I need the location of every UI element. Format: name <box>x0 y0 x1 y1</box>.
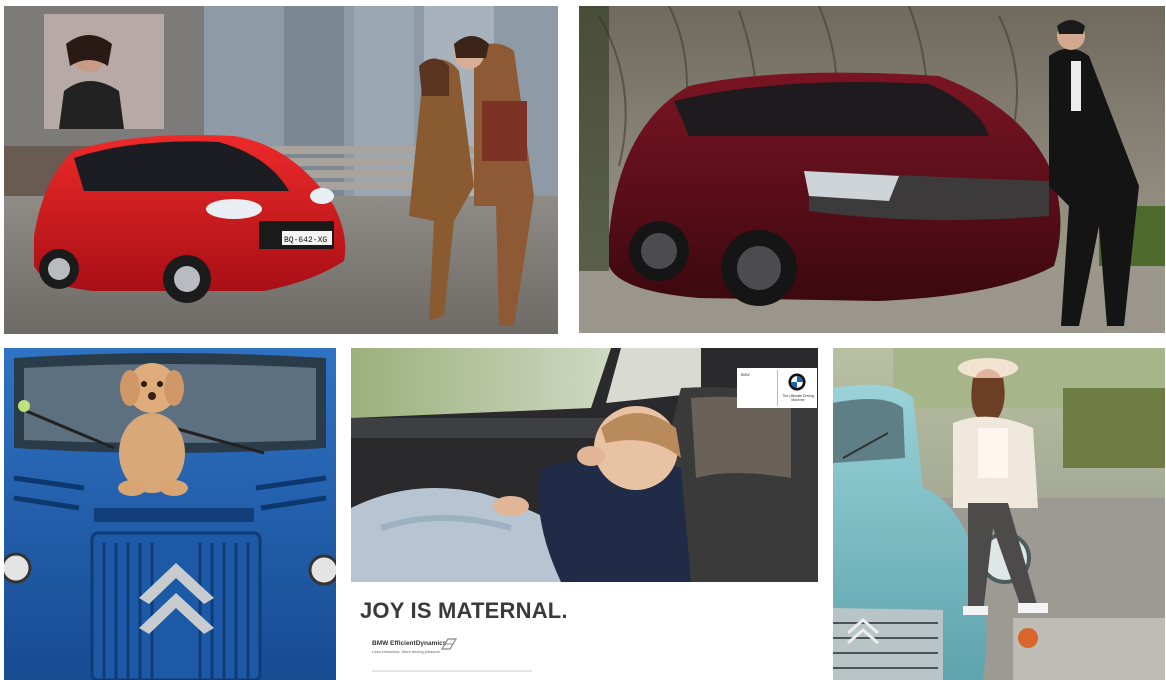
bmw-slogan: The Ultimate Driving Machine <box>782 394 814 402</box>
bmw-panel-divider <box>777 370 778 406</box>
photo-bmw-ad: BMW The Ultimate Driving Machine <box>351 348 818 680</box>
photo-citroen-c1: BQ-642-XG <box>4 6 558 334</box>
bmw-roundel-icon <box>788 373 806 391</box>
bmw-logo-panel: BMW The Ultimate Driving Machine <box>737 368 817 408</box>
efficient-dynamics-tagline: Less emissions. More driving pleasure. <box>372 649 442 654</box>
efficient-dynamics-label: BMW EfficientDynamics <box>372 640 447 647</box>
photo-2cv-woman <box>833 348 1165 680</box>
photo-dog-on-van <box>4 348 336 680</box>
license-plate: BQ-642-XG <box>284 236 327 245</box>
photo-ds-concept <box>579 6 1165 333</box>
bmw-panel-left-text: BMW <box>741 373 750 377</box>
efficient-dynamics-icon <box>440 637 458 651</box>
fineprint-line <box>372 670 532 672</box>
ad-headline: JOY IS MATERNAL. <box>360 598 568 623</box>
